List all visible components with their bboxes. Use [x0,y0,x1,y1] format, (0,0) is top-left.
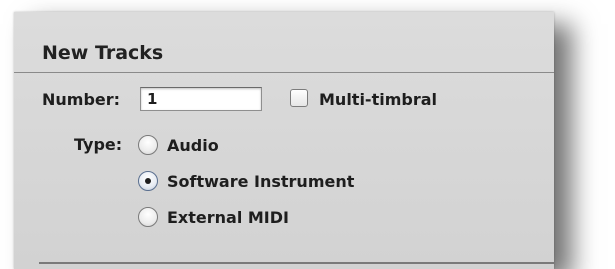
multi-timbral-label[interactable]: Multi-timbral [319,90,437,109]
type-option-audio-label[interactable]: Audio [167,136,219,155]
number-label: Number: [42,90,121,109]
type-radio-software-instrument[interactable] [138,171,158,191]
number-input[interactable] [140,87,262,111]
type-option-software-instrument-label[interactable]: Software Instrument [167,172,354,191]
dialog-header: New Tracks [14,12,554,73]
radio-selected-dot [145,178,151,184]
new-tracks-dialog: New Tracks Number: Multi-timbral Type: A… [14,12,554,269]
multi-timbral-checkbox[interactable] [290,89,308,107]
dialog-title: New Tracks [42,42,164,64]
type-label: Type: [74,135,123,154]
bottom-divider [39,262,554,264]
type-radio-audio[interactable] [138,135,158,155]
type-option-external-midi-label[interactable]: External MIDI [167,208,289,227]
type-radio-external-midi[interactable] [138,207,158,227]
